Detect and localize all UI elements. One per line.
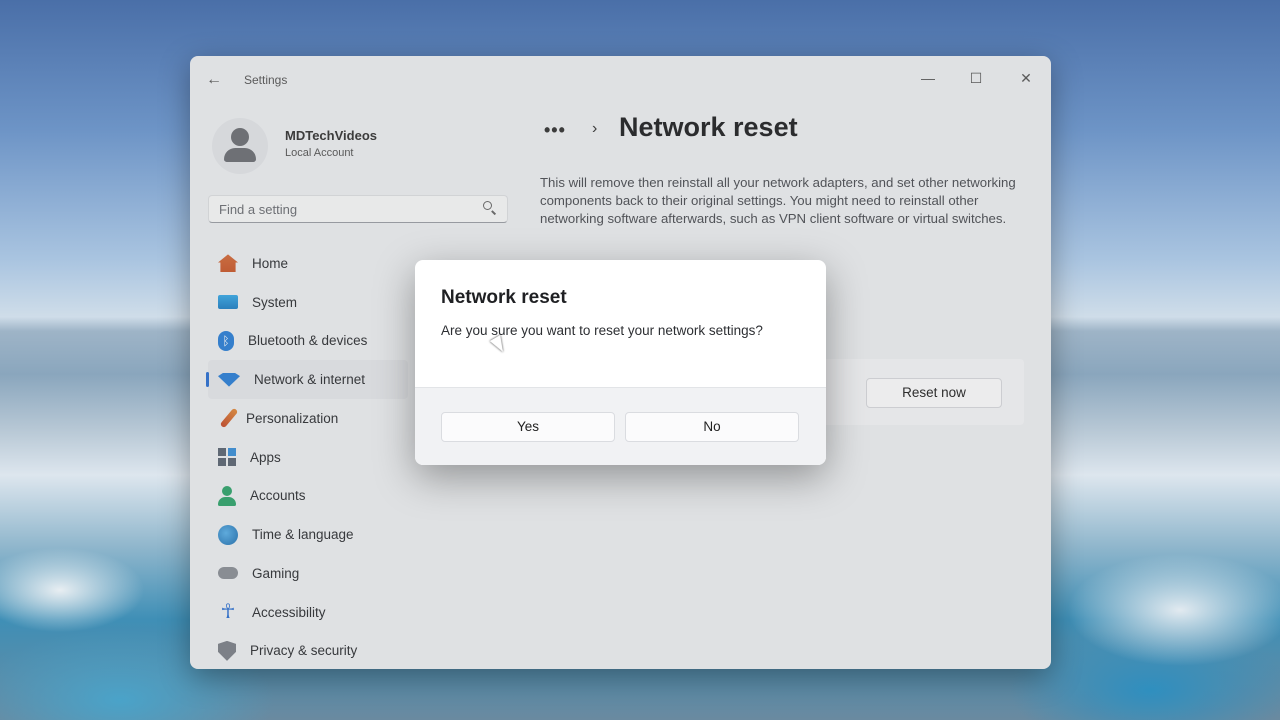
dialog-message: Are you sure you want to reset your netw…: [441, 323, 763, 338]
yes-button[interactable]: Yes: [441, 412, 615, 442]
no-button[interactable]: No: [625, 412, 799, 442]
confirm-dialog: Network reset Are you sure you want to r…: [415, 260, 826, 465]
dialog-title: Network reset: [441, 287, 567, 308]
dialog-footer: Yes No: [415, 387, 826, 465]
